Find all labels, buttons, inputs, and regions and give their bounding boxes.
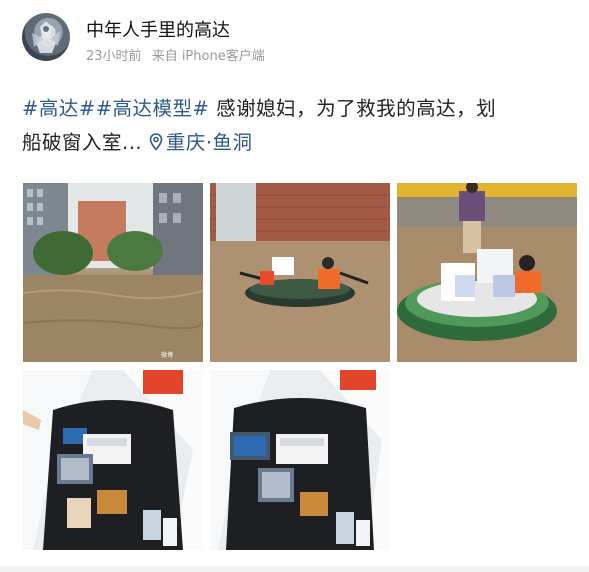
post-text: #高达##高达模型# 感谢媳妇，为了救我的高达，划 船破窗入室... 重庆·鱼洞 <box>22 92 582 160</box>
post-body-line2: 船破窗入室... <box>22 131 143 154</box>
svg-text:微博: 微博 <box>161 351 173 359</box>
post-body-line1: 感谢媳妇，为了救我的高达，划 <box>209 97 497 120</box>
location-label[interactable]: 重庆·鱼洞 <box>166 131 253 154</box>
topic-link-gaoda[interactable]: #高达# <box>22 97 96 120</box>
location-pin-icon <box>149 133 163 151</box>
bag-with-gundam-boxes-photo-1[interactable] <box>23 370 203 550</box>
flooded-street-photo[interactable]: 微博 <box>23 183 203 362</box>
photo-icon <box>210 370 390 550</box>
topic-link-gaoda-model[interactable]: #高达模型# <box>96 97 210 120</box>
author-name[interactable]: 中年人手里的高达 <box>86 16 230 42</box>
boat-with-boxes-photo[interactable] <box>397 183 577 362</box>
bag-with-gundam-boxes-photo-2[interactable] <box>210 370 390 550</box>
post-time: 23小时前 <box>86 49 142 64</box>
post-source[interactable]: 来自 iPhone客户端 <box>152 49 265 64</box>
rowing-boat-photo[interactable] <box>210 183 390 362</box>
user-avatar[interactable] <box>22 13 70 61</box>
photo-icon <box>397 183 577 362</box>
avatar-robot-icon <box>32 21 60 53</box>
location-link[interactable]: 重庆·鱼洞 <box>149 131 253 154</box>
post-meta: 23小时前 来自 iPhone客户端 <box>86 45 265 64</box>
photo-icon: 微博 <box>23 183 203 362</box>
feed-divider <box>0 566 589 572</box>
photo-icon <box>210 183 390 362</box>
photo-icon <box>23 370 203 550</box>
